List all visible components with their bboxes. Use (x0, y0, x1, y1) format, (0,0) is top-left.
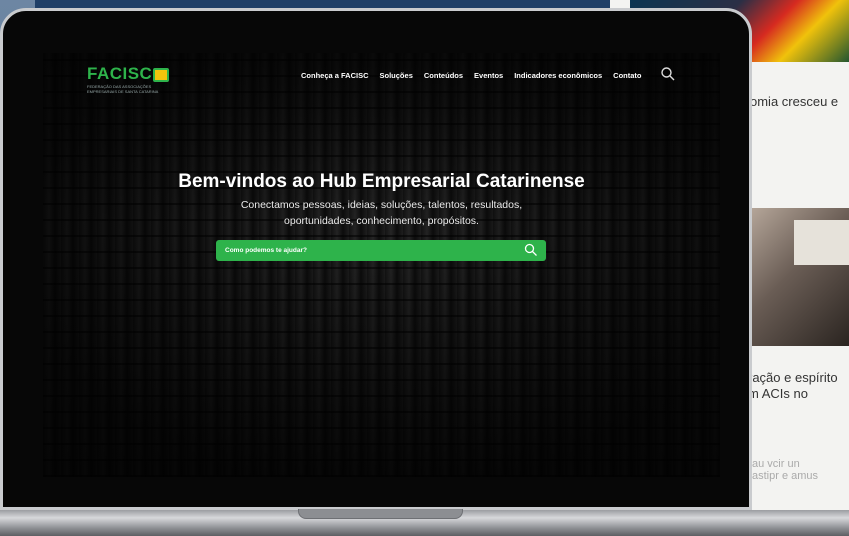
hero-subtitle-line1: Conectamos pessoas, ideias, soluções, ta… (240, 199, 523, 211)
facisc-logo[interactable]: FACISC FEDERAÇÃO DAS ASSOCIAÇÕES EMPRESA… (87, 64, 170, 94)
news-headline-2: ração e espírito m ACIs no (748, 370, 849, 402)
news-headline-1: omia cresceu e (750, 94, 839, 109)
background-vignette (43, 53, 720, 477)
logo-text: FACISC (87, 64, 153, 83)
hero-subtitle: Conectamos pessoas, ideias, soluções, ta… (43, 197, 720, 229)
laptop-frame: FACISC FEDERAÇÃO DAS ASSOCIAÇÕES EMPRESA… (0, 8, 752, 510)
nav-item-conteudos[interactable]: Conteúdos (424, 71, 463, 80)
nav-item-conheca[interactable]: Conheça a FACISC (301, 71, 369, 80)
laptop-hinge-notch (298, 509, 463, 519)
news-headline-2-line1: ração e espírito (748, 370, 838, 385)
logo-subtitle: FEDERAÇÃO DAS ASSOCIAÇÕES EMPRESARIAIS D… (87, 84, 159, 94)
search-icon[interactable] (524, 243, 538, 257)
website-screen: FACISC FEDERAÇÃO DAS ASSOCIAÇÕES EMPRESA… (43, 53, 720, 477)
projection-screen (794, 220, 849, 265)
news-excerpt-line1: au vcir un (752, 458, 800, 470)
hero-search-input[interactable] (225, 245, 515, 256)
hero-search-bar[interactable] (216, 240, 546, 261)
news-excerpt-line2: astipr e amus (752, 470, 819, 482)
flag-icon (153, 67, 170, 82)
nav-item-solucoes[interactable]: Soluções (380, 71, 413, 80)
search-icon[interactable] (660, 66, 676, 82)
hero-subtitle-line2: oportunidades, conhecimento, propósitos. (284, 215, 479, 227)
main-navigation: Conheça a FACISC Soluções Conteúdos Even… (301, 71, 653, 80)
nav-item-indicadores[interactable]: Indicadores econômicos (514, 71, 602, 80)
nav-item-contato[interactable]: Contato (613, 71, 641, 80)
hero-title: Bem-vindos ao Hub Empresarial Catarinens… (178, 171, 585, 192)
news-excerpt: au vcir un astipr e amus (752, 458, 818, 482)
news-event-photo (748, 208, 849, 346)
nav-item-eventos[interactable]: Eventos (474, 71, 503, 80)
news-headline-2-line2: m ACIs no (748, 386, 808, 401)
